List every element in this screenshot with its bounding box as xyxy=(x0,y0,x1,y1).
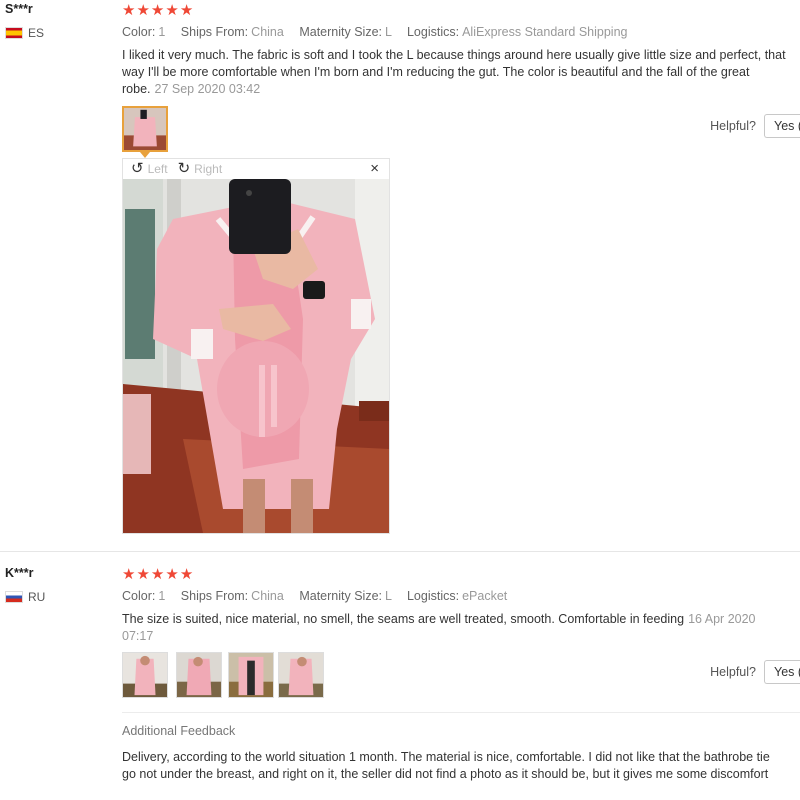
ships-from-label: Ships From: xyxy=(180,589,249,603)
star-rating: ★ ★ ★ ★ ★ xyxy=(122,567,193,582)
helpful-label: Helpful? xyxy=(710,119,756,133)
russia-flag-icon xyxy=(5,591,23,603)
order-info: Color: 1 Ships From: China Maternity Size:… xyxy=(122,589,507,603)
close-icon[interactable]: × xyxy=(370,160,379,177)
photo-thumbnail-image xyxy=(123,653,167,697)
star-icon: ★ xyxy=(179,566,194,583)
size-label: Maternity Size: xyxy=(299,25,382,39)
country-code: RU xyxy=(28,590,46,604)
size-value: L xyxy=(385,25,392,39)
section-divider xyxy=(122,712,800,713)
logistics-label: Logistics: xyxy=(406,25,460,39)
review-photo-thumb[interactable] xyxy=(122,652,168,698)
star-icon: ★ xyxy=(122,2,136,19)
logistics-value: ePacket xyxy=(462,589,508,603)
color-value: 1 xyxy=(158,589,166,603)
spain-flag-icon xyxy=(5,27,23,39)
star-icon: ★ xyxy=(122,566,136,583)
rotate-right-icon: ↻ xyxy=(177,160,191,177)
review-photo-thumb[interactable] xyxy=(122,106,168,152)
rotate-left-button[interactable]: ↺ Left xyxy=(131,160,168,177)
helpful-vote: Helpful? Yes ( xyxy=(710,660,800,684)
review-item: K***r RU ★ ★ ★ ★ ★ Color: 1 Ships From: Ch… xyxy=(0,552,800,800)
photo-viewer-toolbar: ↺ Left ↻ Right × xyxy=(123,159,389,179)
additional-feedback-text: Delivery, according to the world situati… xyxy=(122,750,770,781)
color-value: 1 xyxy=(158,25,166,39)
review-photo-thumb[interactable] xyxy=(278,652,324,698)
helpful-label: Helpful? xyxy=(710,665,756,679)
rotate-left-icon: ↺ xyxy=(131,160,144,177)
reviewer-country: ES xyxy=(5,26,44,40)
star-icon: ★ xyxy=(165,2,179,19)
review-body: The size is suited, nice material, no sm… xyxy=(122,612,685,626)
rotate-right-button[interactable]: ↻ Right xyxy=(177,160,223,177)
ships-from-value: China xyxy=(251,25,284,39)
reviewer-name: K***r xyxy=(5,566,34,580)
star-icon: ★ xyxy=(150,566,165,583)
star-icon: ★ xyxy=(136,2,150,19)
photo-thumbnail-image xyxy=(279,653,323,697)
color-label: Color: xyxy=(122,25,156,39)
review-date: 27 Sep 2020 03:42 xyxy=(154,82,261,96)
star-icon: ★ xyxy=(179,2,194,19)
size-value: L xyxy=(385,589,392,603)
logistics-value: AliExpress Standard Shipping xyxy=(462,25,628,39)
mirror-selfie-photo xyxy=(123,179,389,533)
logistics-label: Logistics: xyxy=(406,589,460,603)
review-text: I liked it very much. The fabric is soft… xyxy=(122,47,787,98)
star-icon: ★ xyxy=(165,566,179,583)
ships-from-value: China xyxy=(251,589,284,603)
review-photo-thumb[interactable] xyxy=(176,652,222,698)
helpful-yes-button[interactable]: Yes ( xyxy=(764,660,800,684)
review-photo-large xyxy=(123,179,389,533)
review-photo-thumb[interactable] xyxy=(228,652,274,698)
review-text: The size is suited, nice material, no sm… xyxy=(122,611,787,645)
rotate-left-label: Left xyxy=(147,162,168,176)
review-item: S***r ES ★ ★ ★ ★ ★ Color: 1 Ships From: Ch… xyxy=(0,0,800,552)
star-icon: ★ xyxy=(150,2,165,19)
order-info: Color: 1 Ships From: China Maternity Size:… xyxy=(122,25,627,39)
photo-thumbnail-image xyxy=(124,108,166,150)
size-label: Maternity Size: xyxy=(299,589,382,603)
country-code: ES xyxy=(28,26,45,40)
reviewer-name: S***r xyxy=(5,2,33,16)
star-rating: ★ ★ ★ ★ ★ xyxy=(122,3,193,18)
photo-thumbnail-image xyxy=(177,653,221,697)
rotate-right-label: Right xyxy=(194,162,223,176)
helpful-vote: Helpful? Yes ( xyxy=(710,114,800,138)
photo-viewer: ↺ Left ↻ Right × xyxy=(122,158,390,534)
ships-from-label: Ships From: xyxy=(180,25,249,39)
star-icon: ★ xyxy=(136,566,150,583)
helpful-yes-button[interactable]: Yes ( xyxy=(764,114,800,138)
photo-thumbnail-image xyxy=(229,653,273,697)
color-label: Color: xyxy=(122,589,156,603)
additional-feedback-title: Additional Feedback xyxy=(122,724,236,738)
reviewer-country: RU xyxy=(5,590,45,604)
